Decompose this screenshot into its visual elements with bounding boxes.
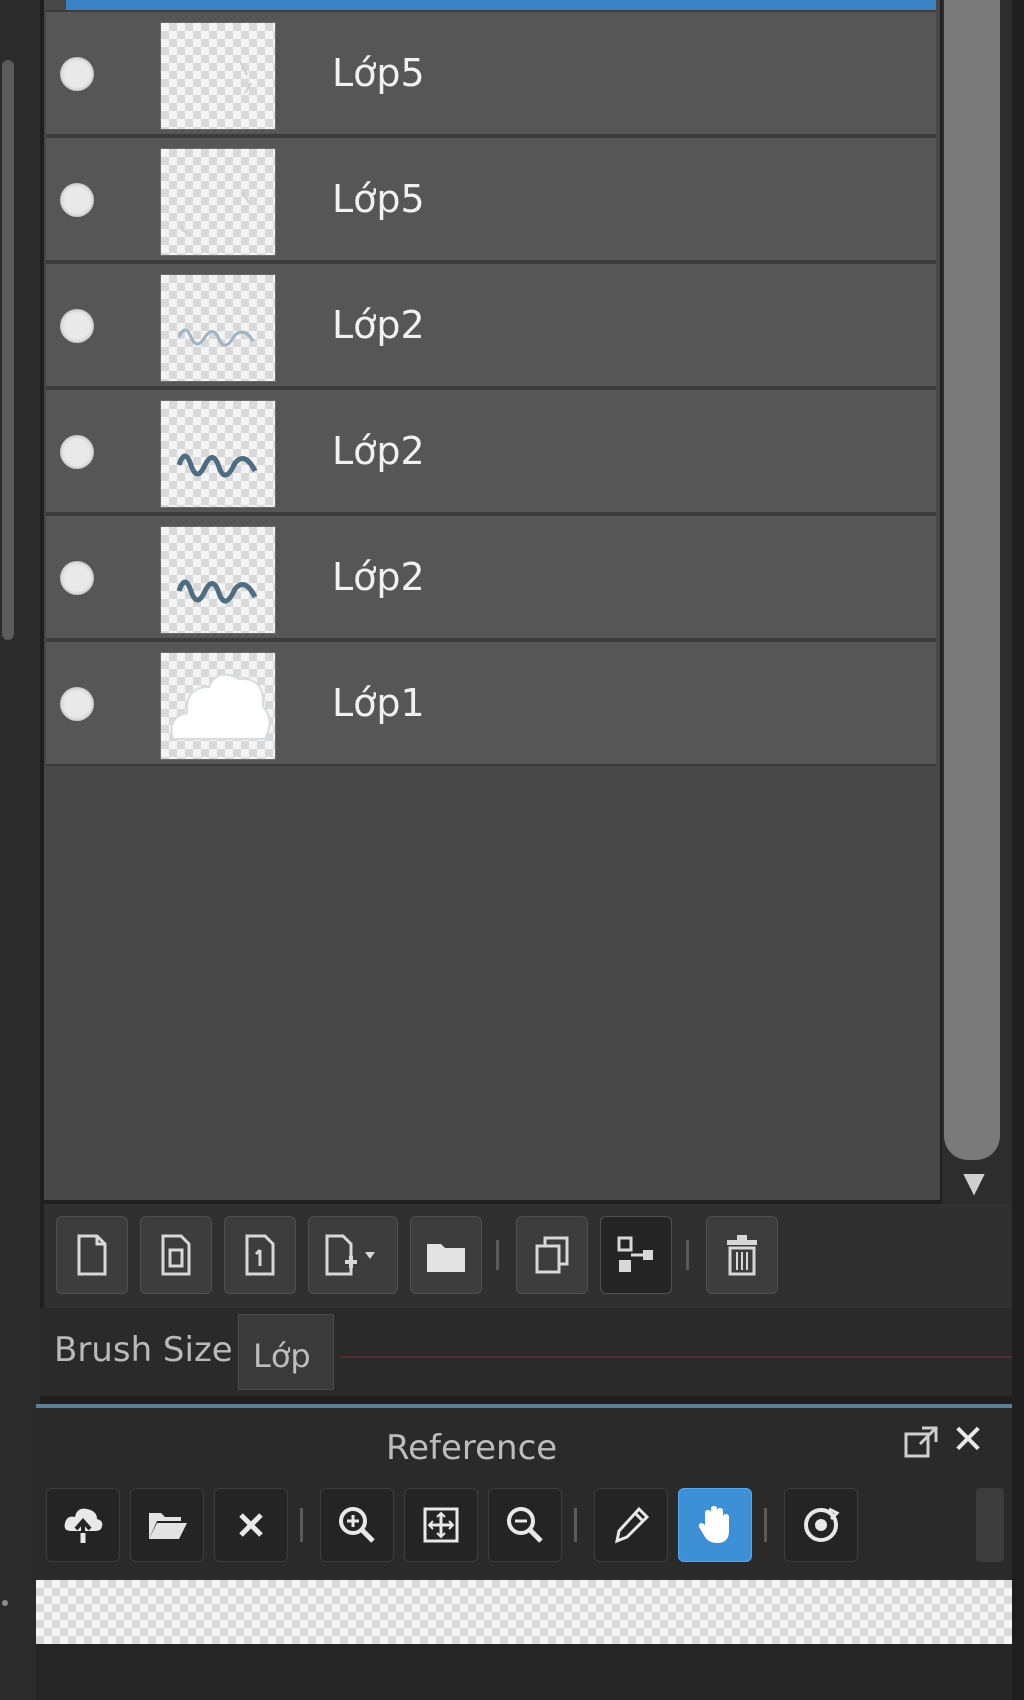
selected-layer-highlight [66, 0, 936, 10]
toolbar-separator [686, 1240, 689, 1270]
new-layer-button[interactable] [56, 1216, 128, 1294]
open-folder-icon [149, 1513, 187, 1539]
layer-name: Lớp2 [332, 303, 425, 347]
layer-name: Lớp1 [332, 681, 425, 725]
close-icon [239, 1513, 263, 1537]
new-raster-layer-icon [161, 1234, 191, 1276]
layer-tab-label: Lớp [253, 1337, 311, 1375]
merge-layer-icon [617, 1236, 653, 1272]
duplicate-layer-button[interactable] [516, 1216, 588, 1294]
duplicate-layer-icon [535, 1236, 569, 1274]
layer-thumbnail [160, 22, 276, 130]
layer-name: Lớp5 [332, 51, 425, 95]
visibility-toggle-icon[interactable] [60, 561, 94, 595]
visibility-toggle-icon[interactable] [60, 57, 94, 91]
rotate-button[interactable] [784, 1488, 858, 1562]
left-edge-panel [0, 0, 40, 1700]
close-panel-button[interactable]: ✕ [948, 1420, 988, 1460]
layers-scrollbar[interactable]: ▼ [942, 0, 1012, 1204]
layer-thumbnail [160, 526, 276, 634]
faint-sketch-icon [180, 192, 250, 234]
reference-panel-title: Reference [386, 1428, 558, 1468]
toolbar-separator [574, 1508, 577, 1542]
layer-row[interactable]: Lớp1 [46, 640, 936, 766]
add-layer-dropdown-icon [325, 1234, 375, 1276]
fit-icon [423, 1507, 459, 1543]
visibility-toggle-icon[interactable] [60, 435, 94, 469]
toolbar-separator [496, 1240, 499, 1270]
layer-name: Lớp2 [332, 429, 425, 473]
layer-thumbnail [160, 652, 276, 760]
layer-row[interactable]: Lớp2 [46, 514, 936, 640]
eyedropper-button[interactable] [594, 1488, 668, 1562]
clear-reference-button[interactable] [214, 1488, 288, 1562]
brush-size-label: Brush Size [54, 1330, 233, 1370]
brush-text-icon [176, 453, 258, 478]
scroll-down-arrow-icon[interactable]: ▼ [950, 1168, 998, 1198]
new-vector-layer-button[interactable] [224, 1216, 296, 1294]
zoom-in-icon [339, 1507, 375, 1543]
new-layer-icon [77, 1234, 107, 1276]
visibility-toggle-icon[interactable] [60, 183, 94, 217]
zoom-out-icon [507, 1507, 543, 1543]
upload-button[interactable] [46, 1488, 120, 1562]
left-edge-marker [2, 1600, 8, 1606]
reference-panel: Reference ✕ [36, 1404, 1012, 1700]
layers-empty-area[interactable] [46, 818, 936, 1200]
cloud-icon [170, 673, 271, 740]
toolbar-separator [300, 1508, 303, 1542]
app-window: Lớp5 Lớp5 Lớp2 Lớp2 Lớp2 Lớp1 ▼ Brush Si… [0, 0, 1024, 1700]
new-folder-button[interactable] [410, 1216, 482, 1294]
new-vector-layer-icon [245, 1234, 275, 1276]
hand-tool-button[interactable] [678, 1488, 752, 1562]
layer-name: Lớp5 [332, 177, 425, 221]
brush-size-slider-track[interactable] [340, 1356, 1012, 1358]
zoom-out-button[interactable] [488, 1488, 562, 1562]
layer-name: Lớp2 [332, 555, 425, 599]
layer-row[interactable]: Lớp5 [46, 10, 936, 136]
panel-top-accent [36, 1404, 1012, 1408]
delete-layer-button[interactable] [706, 1216, 778, 1294]
hand-icon [698, 1506, 729, 1543]
rotate-icon [804, 1507, 840, 1542]
open-folder-button[interactable] [130, 1488, 204, 1562]
toolbar-separator [764, 1508, 767, 1542]
visibility-toggle-icon[interactable] [60, 687, 94, 721]
light-brush-text-icon [177, 328, 255, 347]
layer-tab[interactable]: Lớp [238, 1314, 334, 1390]
layer-thumbnail [160, 400, 276, 508]
reference-toolbar-scrollbar[interactable] [976, 1488, 1004, 1562]
brush-text-icon [176, 579, 258, 604]
layer-thumbnail [160, 274, 276, 382]
upload-icon [64, 1508, 103, 1543]
layer-thumbnail [160, 148, 276, 256]
fit-to-view-button[interactable] [404, 1488, 478, 1562]
layer-toolbar [44, 1204, 1012, 1308]
reference-panel-footer [36, 1644, 1012, 1700]
brush-size-row: Brush Size Lớp [40, 1308, 1012, 1396]
reference-canvas[interactable] [36, 1580, 1012, 1644]
left-panel-scrollbar[interactable] [2, 60, 14, 640]
eyedropper-icon [614, 1506, 650, 1544]
popout-icon[interactable] [902, 1424, 940, 1462]
scrollbar-thumb[interactable] [944, 0, 1000, 1160]
visibility-toggle-icon[interactable] [60, 309, 94, 343]
add-layer-dropdown-button[interactable] [308, 1216, 398, 1294]
delete-layer-icon [727, 1235, 757, 1276]
merge-layer-button[interactable] [600, 1216, 672, 1294]
new-raster-layer-button[interactable] [140, 1216, 212, 1294]
layer-row[interactable]: Lớp2 [46, 262, 936, 388]
zoom-in-button[interactable] [320, 1488, 394, 1562]
faint-sketch-icon [240, 62, 252, 94]
layer-row[interactable]: Lớp5 [46, 136, 936, 262]
layer-row[interactable]: Lớp2 [46, 388, 936, 514]
new-folder-icon [427, 1244, 465, 1272]
